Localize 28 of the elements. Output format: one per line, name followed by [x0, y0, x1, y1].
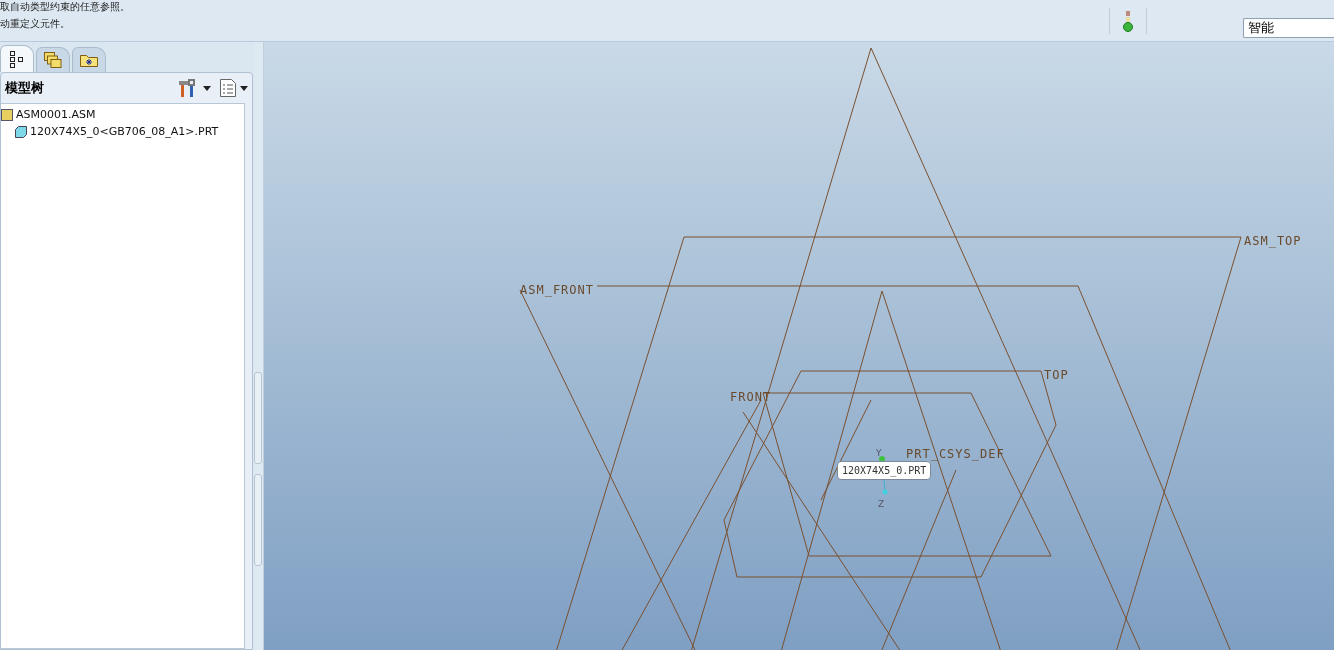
caret-icon [240, 85, 248, 91]
traffic-light-icon [1122, 9, 1134, 32]
axis-label: Z [878, 499, 885, 509]
axis-label: Y [876, 448, 882, 458]
tree-item[interactable]: 120X74X5_0<GB706_08_A1>.PRT [15, 123, 219, 140]
splitter-handle[interactable] [254, 474, 262, 566]
part-icon [15, 125, 27, 138]
show-dropdown-button[interactable] [219, 78, 248, 98]
message-text: 动重定义元件。 [0, 17, 71, 31]
splitter-handle[interactable] [254, 372, 262, 464]
tree-structure-icon [9, 50, 25, 68]
favorites-tab[interactable] [72, 47, 106, 72]
datum-label: ASM_TOP [1244, 233, 1302, 248]
layers-tab[interactable] [36, 47, 70, 72]
filter-field[interactable]: 智能 [1243, 17, 1334, 38]
datum-label: ASM_FRONT [520, 282, 595, 297]
settings-dropdown-button[interactable] [178, 78, 211, 98]
star-folder-icon [79, 52, 99, 68]
datum-label: TOP [1044, 367, 1069, 382]
panel-title: 模型树 [5, 79, 45, 97]
assembly-icon [1, 108, 13, 121]
message-text: 取自动类型约束的任意参照。 [0, 0, 131, 14]
stacked-folders-icon [43, 51, 63, 69]
tooltip: 120X74X5_0.PRT [837, 461, 932, 480]
list-document-icon [219, 78, 237, 98]
caret-icon [203, 85, 211, 91]
tree-tab[interactable] [0, 45, 34, 72]
tree-item[interactable]: ASM0001.ASM [1, 106, 96, 123]
